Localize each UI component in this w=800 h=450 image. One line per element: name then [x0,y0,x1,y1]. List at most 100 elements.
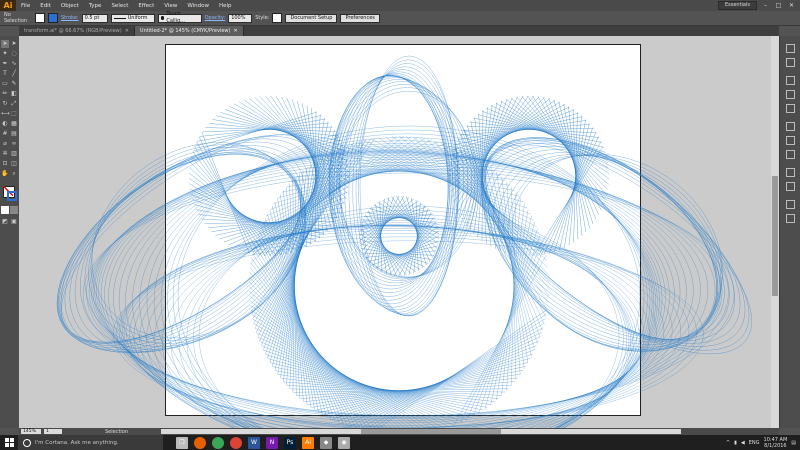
stroke-weight-field[interactable]: 0.5 pt [81,13,108,23]
menu-file[interactable]: File [16,3,35,9]
close-button[interactable]: ✕ [787,2,796,9]
pen-tool-icon[interactable]: ✒ [1,60,9,68]
artboard-number-field[interactable]: 1 [44,429,62,434]
tab-transform[interactable]: transform.ai* @ 66.67% (RGB/Preview) ✕ [19,26,135,36]
language-indicator[interactable]: ENG [749,440,760,446]
mesh-tool-icon[interactable]: # [1,130,9,138]
word-taskbar-icon[interactable]: W [248,436,260,449]
line-tool-icon[interactable]: ╱ [10,70,18,78]
stroke-profile-label: Uniform [127,14,148,21]
rotate-tool-icon[interactable]: ↻ [1,100,9,108]
screen-mode-icon[interactable]: ▣ [10,218,18,226]
illustrator-taskbar-icon[interactable]: Ai [302,436,314,449]
blend-tool-icon[interactable]: ∞ [10,140,18,148]
stroke-color-box[interactable] [7,191,17,201]
fill-swatch[interactable] [35,13,45,23]
system-clock[interactable]: 10:47 AM 8/1/2016 [764,437,788,449]
menu-select[interactable]: Select [106,3,133,9]
transparency-panel-icon[interactable] [786,150,795,159]
volume-icon[interactable]: ◀ [741,440,745,446]
type-tool-icon[interactable]: T [1,70,9,78]
eraser-tool-icon[interactable]: ◧ [10,90,18,98]
windows-start-icon[interactable] [0,435,18,450]
task-view-taskbar-icon[interactable]: ❐ [176,436,188,449]
menu-type[interactable]: Type [84,3,107,9]
notifications-icon[interactable]: ▤ [791,440,796,446]
graphic-styles-icon[interactable] [786,182,795,191]
gradient-tool-icon[interactable]: ▤ [10,130,18,138]
brushes-panel-icon[interactable] [786,90,795,99]
photoshop-taskbar-icon[interactable]: Ps [284,436,296,449]
close-icon[interactable]: ✕ [125,26,129,36]
horizontal-scroll-thumb[interactable] [361,429,502,434]
opacity-label[interactable]: Opacity: [205,15,226,21]
menu-edit[interactable]: Edit [35,3,56,9]
pencil-tool-icon[interactable]: ✏ [1,90,9,98]
zoom-level-field[interactable]: 145% [21,429,41,434]
stroke-profile-select[interactable]: Uniform [110,13,155,23]
direct-selection-tool-icon[interactable]: ➤ [10,40,18,48]
hand-tool-icon[interactable]: ✋ [1,170,9,178]
zoom-tool-icon[interactable]: ⌕ [10,170,18,178]
gradient-panel-icon[interactable] [786,136,795,145]
selection-tool-icon[interactable]: ➤ [1,40,9,48]
chrome-2-taskbar-icon[interactable] [230,436,242,449]
perspective-grid-tool-icon[interactable]: ▦ [10,120,18,128]
color-panel-icon[interactable] [786,44,795,53]
stroke-panel-icon[interactable] [786,122,795,131]
document-setup-button[interactable]: Document Setup [285,13,338,23]
curvature-tool-icon[interactable]: ∿ [10,60,18,68]
symbols-panel-icon[interactable] [786,104,795,113]
scale-tool-icon[interactable]: ⤢ [10,100,18,108]
chrome-taskbar-icon[interactable] [212,436,224,449]
gradient-mode-icon[interactable] [10,206,18,214]
horizontal-scrollbar[interactable] [161,429,682,434]
eyedropper-tool-icon[interactable]: ⌀ [1,140,9,148]
artboard-tool-icon[interactable]: ⊡ [1,160,9,168]
shape-builder-tool-icon[interactable]: ◐ [1,120,9,128]
opacity-field[interactable]: 100% [228,13,253,23]
color-mode-icon[interactable] [1,206,9,214]
rectangle-tool-icon[interactable]: ▭ [1,80,9,88]
tab-untitled-2[interactable]: Untitled-2* @ 145% (CMYK/Preview) ✕ [134,26,244,36]
free-transform-tool-icon[interactable]: ⬚ [10,110,18,118]
draw-mode-icon[interactable]: ◩ [1,218,9,226]
brush-select[interactable]: Touch Callig... [157,11,202,24]
menu-object[interactable]: Object [56,3,84,9]
layers-panel-icon[interactable] [786,200,795,209]
menu-help[interactable]: Help [214,3,237,9]
close-icon[interactable]: ✕ [233,26,237,36]
appearance-panel-icon[interactable] [786,168,795,177]
brush-label: Touch Callig... [166,11,186,24]
onenote-taskbar-icon[interactable]: N [266,436,278,449]
menu-window[interactable]: Window [182,3,214,9]
stroke-swatch[interactable] [48,13,58,23]
preferences-button[interactable]: Preferences [340,13,380,23]
firefox-taskbar-icon[interactable] [194,436,206,449]
color-guide-icon[interactable] [786,58,795,67]
workspace-switcher[interactable]: Essentials [717,1,757,10]
width-tool-icon[interactable]: ⟷ [1,110,10,118]
network-icon[interactable]: ▮ [734,440,737,446]
tab-label: transform.ai* @ 66.67% (RGB/Preview) [24,28,122,34]
minimize-button[interactable]: – [761,2,770,9]
artboards-panel-icon[interactable] [786,214,795,223]
app-9-taskbar-icon[interactable]: ◉ [338,436,350,449]
maximize-button[interactable]: □ [774,2,783,9]
vertical-scroll-thumb[interactable] [772,176,778,296]
paintbrush-tool-icon[interactable]: ✎ [10,80,18,88]
cortana-search-box[interactable]: I'm Cortana. Ask me anything. [18,435,163,450]
stroke-label[interactable]: Stroke: [61,15,79,21]
app-8-taskbar-icon[interactable]: ◆ [320,436,332,449]
tray-chevron-icon[interactable]: ^ [726,440,730,446]
lasso-tool-icon[interactable]: ◌ [10,50,18,58]
swatches-panel-icon[interactable] [786,76,795,85]
canvas-area[interactable] [19,36,779,428]
graph-tool-icon[interactable]: ▥ [10,150,18,158]
style-swatch[interactable] [272,13,283,23]
slice-tool-icon[interactable]: ◫ [10,160,18,168]
magic-wand-tool-icon[interactable]: ✦ [1,50,9,58]
symbol-sprayer-tool-icon[interactable]: ✲ [1,150,9,158]
menu-view[interactable]: View [159,3,182,9]
menu-effect[interactable]: Effect [133,3,159,9]
